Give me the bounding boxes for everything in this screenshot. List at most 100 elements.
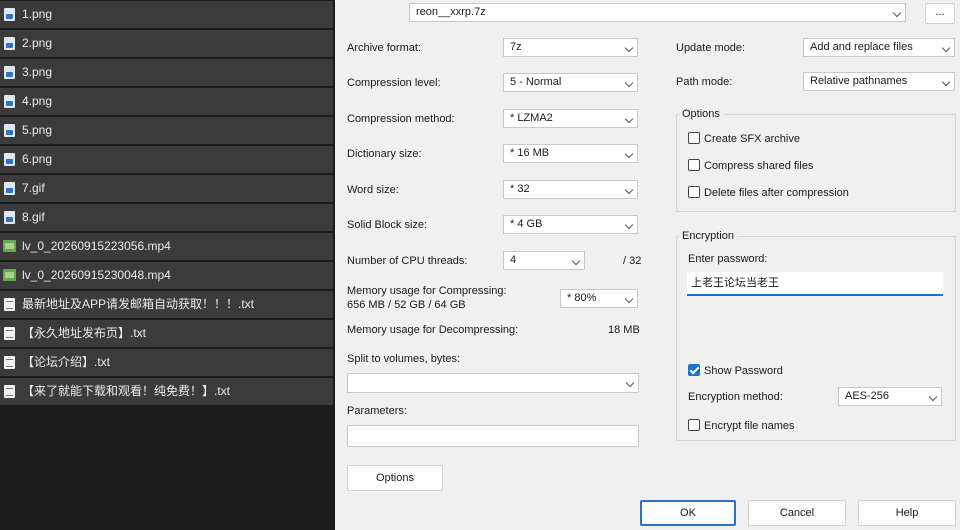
file-list-item[interactable]: lv_0_20260915223056.mp4 (0, 233, 333, 260)
parameters-label: Parameters: (347, 405, 407, 417)
compression-method-value: * LZMA2 (510, 112, 553, 124)
chevron-down-icon (625, 378, 635, 388)
options-button[interactable]: Options (347, 465, 443, 491)
chevron-down-icon (624, 149, 634, 159)
file-list-item[interactable]: lv_0_20260915230048.mp4 (0, 262, 333, 289)
file-name: 2.png (22, 36, 53, 50)
browse-button[interactable]: ... (925, 3, 955, 24)
file-list-item[interactable]: 【论坛介绍】.txt (0, 349, 333, 376)
path-mode-combo[interactable]: Relative pathnames (803, 72, 955, 91)
show-password-checkbox[interactable] (688, 364, 700, 376)
memory-compress-label-line2: 656 MB / 52 GB / 64 GB (347, 299, 466, 311)
browse-button-label: ... (935, 6, 945, 18)
split-volumes-combo[interactable] (347, 373, 639, 393)
chevron-down-icon (928, 392, 938, 402)
file-name: 5.png (22, 123, 53, 137)
chevron-down-icon[interactable] (892, 8, 902, 18)
file-list-item[interactable]: 2.png (0, 30, 333, 57)
enter-password-label: Enter password: (688, 253, 768, 265)
file-name: 6.png (22, 152, 53, 166)
file-list-item[interactable]: 5.png (0, 117, 333, 144)
compress-shared-checkbox[interactable] (688, 159, 700, 171)
memory-decompress-label: Memory usage for Decompressing: (347, 324, 519, 336)
help-button[interactable]: Help (858, 500, 956, 526)
chevron-down-icon (624, 114, 634, 124)
file-name: 1.png (22, 7, 53, 21)
word-size-combo[interactable]: * 32 (503, 180, 638, 199)
encryption-method-value: AES-256 (845, 390, 890, 402)
file-name: lv_0_20260915223056.mp4 (22, 239, 171, 253)
cpu-threads-combo[interactable]: 4 (503, 251, 585, 270)
memory-compress-label: Memory usage for Compressing: 656 MB / 5… (347, 284, 507, 312)
solid-block-combo[interactable]: * 4 GB (503, 215, 638, 234)
password-input[interactable]: 上老王论坛当老王 (687, 272, 943, 296)
password-value: 上老王论坛当老王 (691, 277, 779, 289)
update-mode-combo[interactable]: Add and replace files (803, 38, 955, 57)
archive-name-combo[interactable]: reon__xxrp.7z (409, 3, 906, 22)
file-list-item[interactable]: 8.gif (0, 204, 333, 231)
show-password-label[interactable]: Show Password (704, 365, 783, 377)
solid-block-label: Solid Block size: (347, 219, 428, 231)
cancel-button[interactable]: Cancel (748, 500, 846, 526)
memory-compress-combo[interactable]: * 80% (560, 289, 638, 308)
archive-format-label: Archive format: (347, 42, 421, 54)
file-list-item[interactable]: 1.png (0, 1, 333, 28)
file-list-item[interactable]: 7.gif (0, 175, 333, 202)
solid-block-value: * 4 GB (510, 218, 543, 230)
compression-level-combo[interactable]: 5 - Normal (503, 73, 638, 92)
ok-button[interactable]: OK (640, 500, 736, 526)
chevron-down-icon (571, 256, 581, 266)
create-sfx-checkbox[interactable] (688, 132, 700, 144)
compression-method-combo[interactable]: * LZMA2 (503, 109, 638, 128)
file-name: 7.gif (22, 181, 45, 195)
dictionary-size-combo[interactable]: * 16 MB (503, 144, 638, 163)
text-file-icon (4, 298, 15, 311)
file-name: 3.png (22, 65, 53, 79)
ok-button-label: OK (680, 507, 696, 519)
dictionary-size-value: * 16 MB (510, 147, 550, 159)
update-mode-label: Update mode: (676, 42, 746, 54)
archive-name-value: reon__xxrp.7z (416, 6, 486, 18)
image-file-icon (4, 66, 15, 79)
file-list: 1.png 2.png 3.png 4.png 5.png 6.png 7.gif 8.gif… (0, 0, 335, 530)
word-size-label: Word size: (347, 184, 399, 196)
encryption-group (676, 236, 956, 441)
create-sfx-label[interactable]: Create SFX archive (704, 133, 800, 145)
file-list-item[interactable]: 【永久地址发布页】.txt (0, 320, 333, 347)
delete-after-label[interactable]: Delete files after compression (704, 187, 849, 199)
image-file-icon (4, 95, 15, 108)
options-group-title: Options (679, 108, 723, 120)
compress-shared-label[interactable]: Compress shared files (704, 160, 813, 172)
file-list-item[interactable]: 最新地址及APP请发邮箱自动获取！！！.txt (0, 291, 333, 318)
chevron-down-icon (941, 43, 951, 53)
encrypt-names-label[interactable]: Encrypt file names (704, 420, 794, 432)
chevron-down-icon (624, 43, 634, 53)
parameters-input[interactable] (347, 425, 639, 447)
encryption-method-label: Encryption method: (688, 391, 783, 403)
help-button-label: Help (895, 507, 919, 519)
chevron-down-icon (624, 185, 634, 195)
file-name: 【来了就能下载和观看！纯免费！】.txt (22, 384, 231, 398)
update-mode-value: Add and replace files (810, 41, 913, 53)
file-name: lv_0_20260915230048.mp4 (22, 268, 171, 282)
path-mode-value: Relative pathnames (810, 75, 908, 87)
encrypt-names-checkbox[interactable] (688, 419, 700, 431)
memory-compress-value: * 80% (567, 292, 597, 304)
archive-format-value: 7z (510, 41, 522, 53)
text-file-icon (4, 385, 15, 398)
video-file-icon (3, 240, 16, 252)
file-list-item[interactable]: 【来了就能下载和观看！纯免费！】.txt (0, 378, 333, 405)
image-file-icon (4, 153, 15, 166)
encryption-method-combo[interactable]: AES-256 (838, 387, 942, 406)
delete-after-checkbox[interactable] (688, 186, 700, 198)
memory-decompress-value: 18 MB (608, 324, 640, 336)
options-button-label: Options (376, 472, 414, 484)
path-mode-label: Path mode: (676, 76, 733, 88)
file-list-item[interactable]: 4.png (0, 88, 333, 115)
image-file-icon (4, 211, 15, 224)
chevron-down-icon (624, 294, 634, 304)
archive-format-combo[interactable]: 7z (503, 38, 638, 57)
compression-level-value: 5 - Normal (510, 76, 562, 88)
file-list-item[interactable]: 3.png (0, 59, 333, 86)
file-list-item[interactable]: 6.png (0, 146, 333, 173)
